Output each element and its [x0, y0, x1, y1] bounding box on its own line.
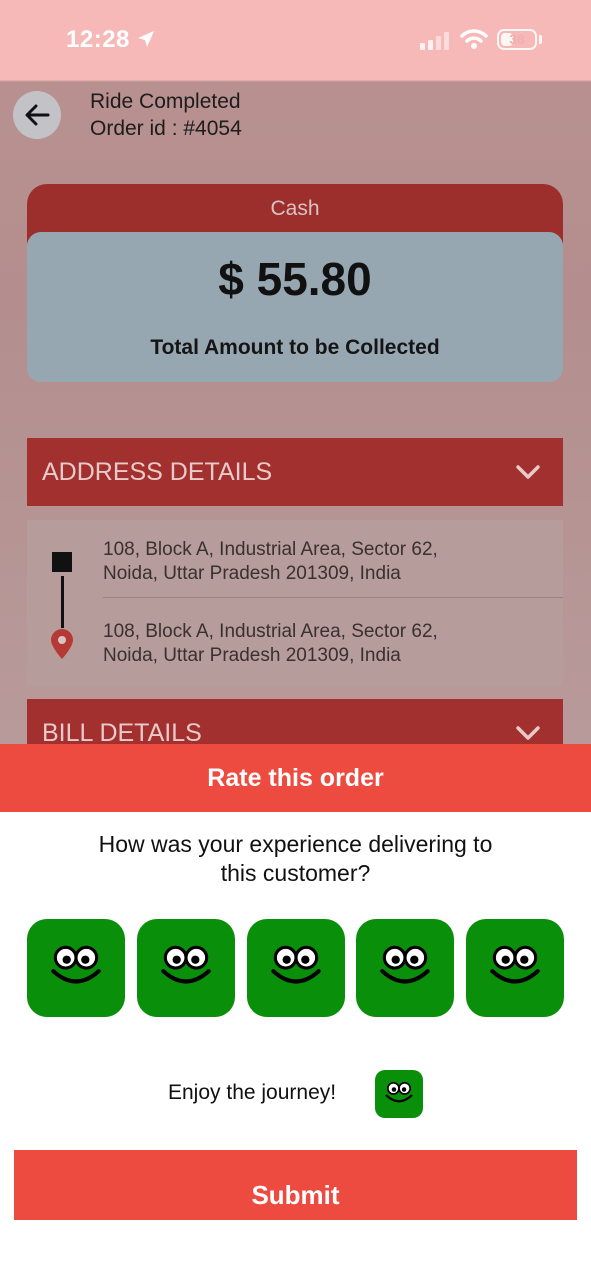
- amount-card: $ 55.80 Total Amount to be Collected: [27, 232, 563, 382]
- battery-cap: [539, 35, 542, 44]
- bill-details-header[interactable]: BILL DETAILS: [27, 699, 563, 744]
- address-divider: [103, 597, 563, 598]
- bill-details-title: BILL DETAILS: [42, 719, 202, 744]
- submit-button[interactable]: Submit: [14, 1150, 577, 1220]
- total-amount: $ 55.80: [218, 253, 372, 305]
- rating-question-line1: How was your experience delivering to: [98, 831, 493, 857]
- rating-question: How was your experience delivering to th…: [50, 830, 541, 888]
- selected-rating-smiley-icon: [375, 1070, 423, 1118]
- rating-option-4-smiley-icon[interactable]: [356, 919, 455, 1017]
- ride-details-background: 12:28 38 Ride Completed Order id : #4054…: [0, 0, 591, 744]
- address-details-title: ADDRESS DETAILS: [42, 458, 273, 486]
- rating-option-2-smiley-icon[interactable]: [136, 919, 235, 1017]
- rating-header: Rate this order: [0, 744, 591, 812]
- address-panel: 108, Block A, Industrial Area, Sector 62…: [27, 520, 563, 686]
- location-arrow-icon: [138, 31, 154, 47]
- pickup-marker-icon: [52, 552, 72, 572]
- amount-caption: Total Amount to be Collected: [150, 336, 440, 359]
- battery-indicator: 38: [497, 29, 537, 50]
- rating-options: [27, 919, 564, 1017]
- rating-sheet: Rate this order How was your experience …: [0, 744, 591, 1280]
- rating-option-3-smiley-icon[interactable]: [246, 919, 345, 1017]
- drop-address-line2: Noida, Uttar Pradesh 201309, India: [103, 645, 401, 666]
- pickup-address-line2: Noida, Uttar Pradesh 201309, India: [103, 563, 401, 584]
- back-button[interactable]: [13, 91, 61, 139]
- rating-option-5-smiley-icon[interactable]: [466, 919, 564, 1017]
- status-time: 12:28: [66, 26, 130, 53]
- rating-option-1-smiley-icon[interactable]: [27, 919, 125, 1017]
- map-pin-icon: [51, 629, 73, 659]
- order-id: Order id : #4054: [90, 117, 242, 140]
- chevron-down-icon: [516, 726, 540, 740]
- cellular-signal-icon: [420, 32, 449, 50]
- drop-address-line1: 108, Block A, Industrial Area, Sector 62…: [103, 621, 438, 642]
- chevron-down-icon: [516, 465, 540, 479]
- battery-level: 38: [509, 31, 525, 47]
- pickup-address-line1: 108, Block A, Industrial Area, Sector 62…: [103, 539, 438, 560]
- rating-feedback-text: Enjoy the journey!: [168, 1081, 337, 1104]
- status-bar: 12:28 38: [0, 0, 591, 80]
- address-details-header[interactable]: ADDRESS DETAILS: [27, 438, 563, 506]
- wifi-icon: [460, 29, 488, 49]
- route-line: [61, 576, 64, 628]
- arrow-left-icon: [25, 104, 50, 126]
- rating-feedback-row: Enjoy the journey!: [0, 1068, 591, 1118]
- rating-question-line2: this customer?: [220, 860, 371, 886]
- page-title: Ride Completed: [90, 90, 241, 113]
